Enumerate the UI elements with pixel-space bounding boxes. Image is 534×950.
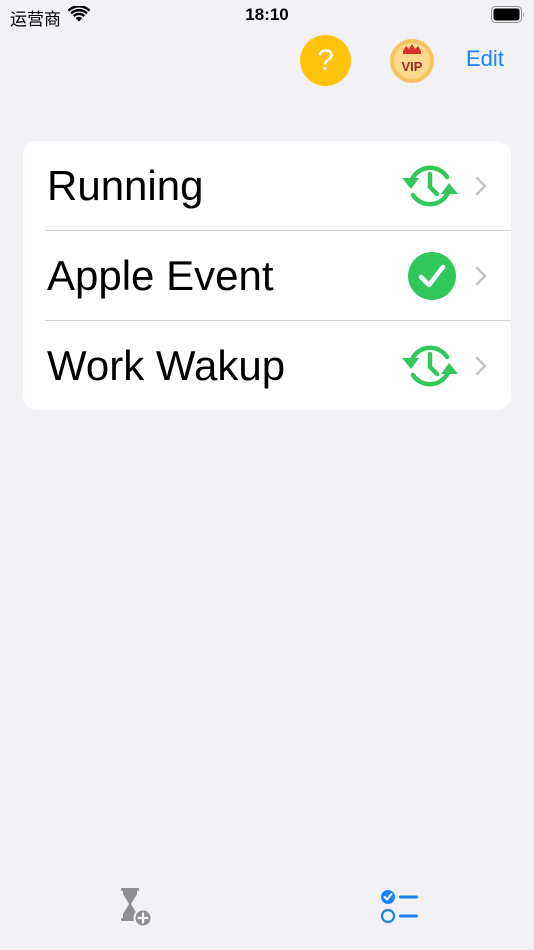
checkmark-circle-icon xyxy=(408,252,456,300)
hourglass-add-icon xyxy=(121,888,153,928)
list-item[interactable]: Work Wakup xyxy=(23,321,511,410)
timer-name: Work Wakup xyxy=(47,342,286,389)
list-item[interactable]: Running xyxy=(23,141,511,231)
timer-list: Running Apple Event Work Wakup xyxy=(23,141,511,410)
vip-badge-button[interactable]: VIP xyxy=(388,37,436,85)
checklist-icon xyxy=(380,890,418,924)
tab-bar xyxy=(0,870,534,950)
vip-label: VIP xyxy=(402,59,423,74)
battery-icon xyxy=(491,6,524,23)
tab-checklist[interactable] xyxy=(370,885,430,935)
tab-timers[interactable] xyxy=(104,885,164,935)
repeat-clock-icon xyxy=(402,165,458,207)
repeat-clock-icon xyxy=(402,345,458,387)
chevron-right-icon xyxy=(475,356,487,376)
status-time: 18:10 xyxy=(245,5,289,24)
timer-name: Running xyxy=(47,162,204,209)
help-button[interactable]: ? xyxy=(300,35,351,86)
chevron-right-icon xyxy=(475,176,487,196)
status-bar: 运营商 18:10 xyxy=(0,0,534,32)
timer-name: Apple Event xyxy=(47,252,274,299)
edit-button[interactable]: Edit xyxy=(466,46,504,72)
list-item[interactable]: Apple Event xyxy=(23,231,511,321)
app-screen: 运营商 18:10 ? VIP Edit Running Apple Event… xyxy=(0,0,534,950)
chevron-right-icon xyxy=(475,266,487,286)
